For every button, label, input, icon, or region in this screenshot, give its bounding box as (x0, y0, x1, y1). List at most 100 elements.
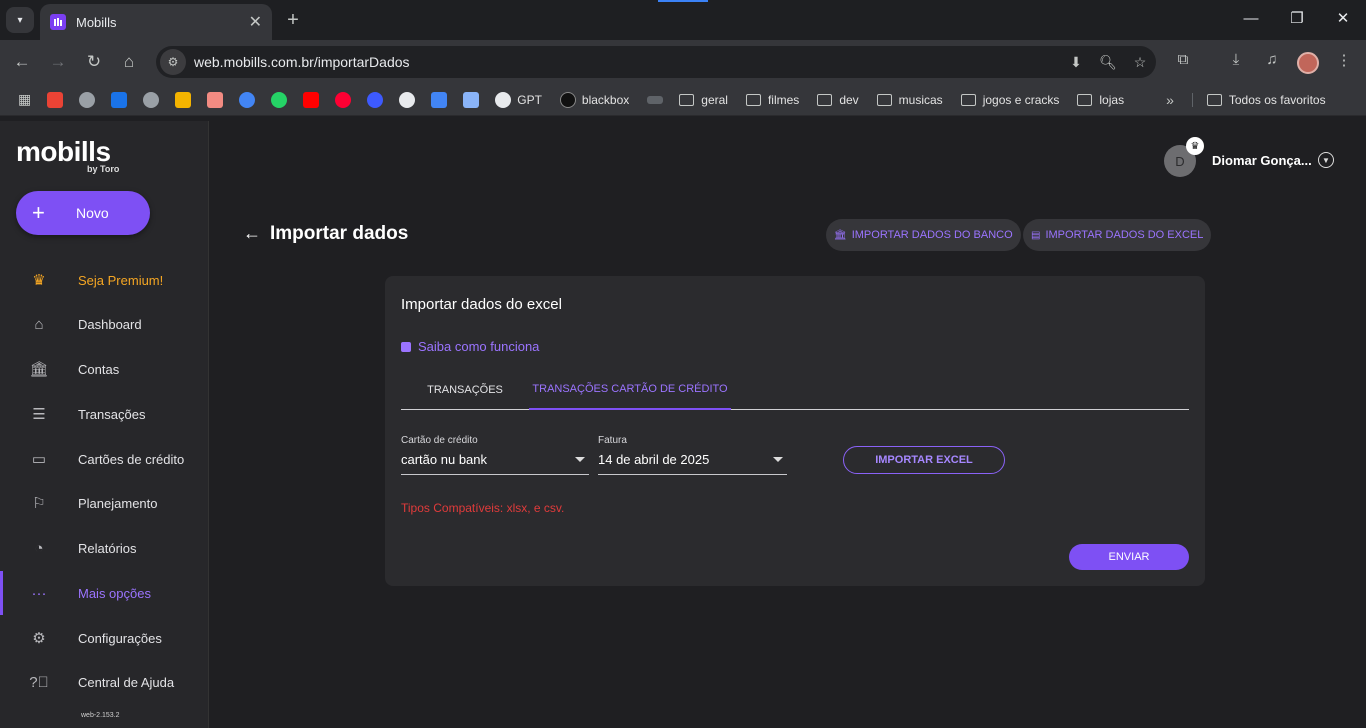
url-text[interactable]: web.mobills.com.br/importarDados (194, 54, 1060, 70)
chevron-down-icon: ▾ (17, 14, 23, 26)
minimize-icon[interactable]: — (1240, 8, 1262, 30)
help-icon (401, 341, 411, 352)
bookmark-folder-geral[interactable]: geral (679, 93, 728, 107)
youtube-music-icon[interactable] (335, 91, 352, 108)
dropdown-caret-icon (773, 457, 783, 462)
profile-avatar[interactable] (1297, 52, 1319, 74)
tv-icon[interactable] (175, 91, 192, 108)
bookmark-blackbox[interactable]: blackbox (559, 91, 629, 108)
whatsapp-icon[interactable] (271, 91, 288, 108)
sidebar-item-configuracoes[interactable]: ⚙ Configurações (0, 616, 208, 660)
bookmark-folder-jogos[interactable]: jogos e cracks (960, 93, 1059, 107)
sidebar-item-dashboard[interactable]: ⌂ Dashboard (0, 302, 208, 346)
sidebar-item-cartoes[interactable]: ▭ Cartões de crédito (0, 437, 208, 481)
tab-transacoes[interactable]: TRANSAÇÕES (401, 370, 529, 410)
downloads-icon[interactable]: ⤓ (1224, 51, 1248, 68)
sidebar-item-label: Central de Ajuda (78, 674, 175, 690)
crown-icon: ♛ (32, 272, 46, 289)
zoom-icon[interactable]: 🔍︎ (1092, 54, 1124, 71)
address-bar[interactable]: ⚙ web.mobills.com.br/importarDados ⬇ 🔍︎ … (156, 46, 1156, 78)
sidebar-item-label: Seja Premium! (78, 272, 164, 288)
media-control-icon[interactable]: ♫ (1260, 51, 1284, 68)
send-button[interactable]: ENVIAR (1069, 544, 1189, 570)
invoice-select[interactable]: Fatura 14 de abril de 2025 (598, 435, 787, 475)
globe-icon[interactable] (79, 91, 96, 108)
star-icon[interactable]: ☆ (1124, 54, 1156, 71)
dropdown-caret-icon (575, 457, 585, 462)
home-icon[interactable]: ⌂ (118, 51, 140, 73)
help-link[interactable]: Saiba como funciona (401, 339, 539, 354)
store-icon[interactable] (207, 91, 224, 108)
sidebar-item-contas[interactable]: 🏛︎ Contas (0, 347, 208, 391)
import-bank-label: IMPORTAR DADOS DO BANCO (851, 229, 1013, 241)
bookmark-icon[interactable] (647, 95, 664, 104)
install-app-icon[interactable]: ⬇ (1060, 54, 1092, 71)
folder-icon (679, 93, 695, 106)
credit-card-icon: ▭ (31, 451, 47, 468)
import-excel-nav-button[interactable]: ▤ IMPORTAR DADOS DO EXCEL (1023, 219, 1212, 251)
github-icon[interactable] (399, 91, 416, 108)
user-name[interactable]: Diomar Gonça... (1212, 153, 1312, 168)
bookmark-folder-dev[interactable]: dev (817, 93, 859, 107)
bookmark-folder-lojas[interactable]: lojas (1077, 93, 1124, 107)
new-button-label: Novo (76, 205, 109, 221)
extensions-icon[interactable]: ⧉ (1171, 51, 1195, 68)
more-bookmarks-icon[interactable]: » (1166, 92, 1174, 108)
list-icon: ☰ (32, 406, 46, 423)
sidebar-item-relatorios[interactable]: ◔ Relatórios (0, 526, 208, 570)
plus-icon: + (32, 200, 45, 225)
back-arrow-icon[interactable]: ← (243, 223, 261, 244)
credit-card-select[interactable]: Cartão de crédito cartão nu bank (401, 435, 589, 475)
fish-icon[interactable] (239, 91, 256, 108)
heart-icon[interactable] (367, 91, 384, 108)
import-tabs: TRANSAÇÕES TRANSAÇÕES CARTÃO DE CRÉDITO (401, 370, 1189, 410)
reload-icon[interactable]: ↻ (83, 51, 105, 73)
new-tab-button[interactable]: + (282, 9, 304, 31)
blackbox-icon (559, 91, 576, 108)
sidebar-item-mais-opcoes[interactable]: ··· Mais opções (0, 571, 208, 615)
close-tab-icon[interactable]: ✕ (249, 12, 262, 32)
sidebar-item-planejamento[interactable]: ⚐ Planejamento (0, 481, 208, 525)
translate-icon[interactable] (431, 91, 448, 108)
sidebar-item-label: Contas (78, 361, 120, 377)
tab-search-button[interactable]: ▾ (6, 7, 34, 33)
more-icon: ··· (31, 584, 47, 602)
premium-crown-icon: ♛ (1186, 137, 1204, 155)
youtube-icon[interactable] (303, 91, 320, 108)
file-icon: ▤ (1031, 229, 1041, 241)
close-window-icon[interactable]: ✕ (1332, 8, 1354, 30)
credit-card-label: Cartão de crédito (401, 435, 478, 446)
compatible-types-text: Tipos Compatíveis: xlsx, e csv. (401, 501, 565, 515)
import-card: Importar dados do excel Saiba como funci… (385, 276, 1205, 586)
image-icon[interactable] (463, 91, 480, 108)
gmail-icon[interactable] (47, 91, 64, 108)
sidebar-item-transacoes[interactable]: ☰ Transações (0, 392, 208, 436)
bookmark-folder-musicas[interactable]: musicas (876, 93, 943, 107)
forward-icon[interactable]: → (47, 51, 69, 73)
menu-icon[interactable]: ⋮ (1332, 51, 1356, 69)
chevron-down-icon[interactable]: ▼ (1318, 152, 1334, 168)
sidebar-item-label: Relatórios (78, 540, 137, 556)
new-button[interactable]: + Novo (16, 191, 150, 235)
browser-tab-strip: ▾ Mobills ✕ + — ❐ ✕ (0, 0, 1366, 40)
browser-tab[interactable]: Mobills ✕ (40, 4, 272, 40)
bookmark-blue-icon[interactable] (111, 91, 128, 108)
bookmark-gpt[interactable]: GPT (495, 91, 542, 108)
import-bank-button[interactable]: 🏛︎ IMPORTAR DADOS DO BANCO (826, 219, 1021, 251)
tab-transacoes-cartao[interactable]: TRANSAÇÕES CARTÃO DE CRÉDITO (529, 370, 731, 410)
sidebar-item-premium[interactable]: ♛ Seja Premium! (0, 258, 208, 302)
globe-icon[interactable] (143, 91, 160, 108)
import-excel-button[interactable]: IMPORTAR EXCEL (843, 446, 1005, 474)
site-info-icon[interactable]: ⚙ (160, 49, 186, 75)
back-icon[interactable]: ← (11, 51, 33, 73)
restore-icon[interactable]: ❐ (1286, 8, 1308, 30)
all-bookmarks-folder[interactable]: Todos os favoritos (1191, 92, 1326, 107)
apps-icon[interactable]: ▦ (18, 91, 31, 108)
app-version: web-2.153.2 (81, 712, 120, 719)
sidebar-item-ajuda[interactable]: ?⃝ Central de Ajuda (0, 660, 208, 704)
invoice-value: 14 de abril de 2025 (598, 452, 710, 467)
folder-icon (960, 93, 976, 106)
flag-icon: ⚐ (32, 495, 46, 512)
bookmark-folder-filmes[interactable]: filmes (745, 93, 799, 107)
folder-icon (817, 93, 833, 106)
